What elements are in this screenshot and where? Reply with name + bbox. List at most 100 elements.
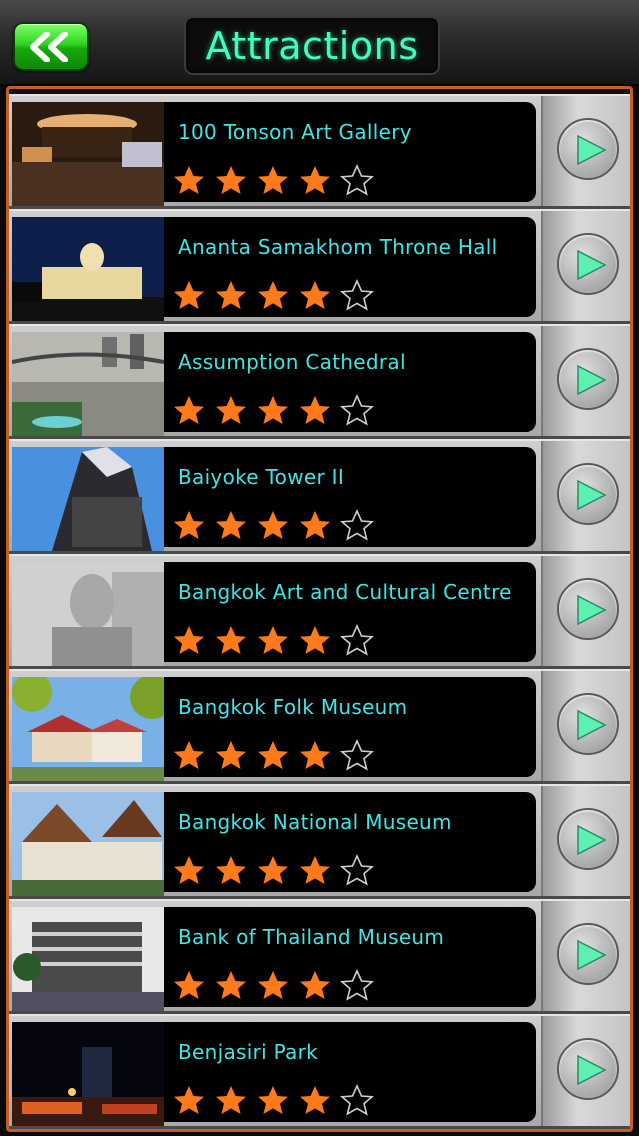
star-filled-icon: [216, 626, 246, 654]
row-action-cell: [541, 441, 630, 551]
star-filled-icon: [174, 281, 204, 309]
star-filled-icon: [300, 626, 330, 654]
play-arrow-icon: [577, 709, 607, 741]
rating-stars: [172, 509, 382, 541]
attraction-thumbnail: [12, 332, 164, 436]
star-filled-icon: [174, 166, 204, 194]
open-attraction-button[interactable]: [557, 808, 619, 870]
rating-stars: [172, 854, 382, 886]
rating-stars: [172, 279, 382, 311]
attraction-name: Bangkok Folk Museum: [178, 695, 408, 719]
star-empty-icon: [340, 854, 374, 886]
row-action-cell: [541, 556, 630, 666]
star-empty-icon: [340, 624, 374, 656]
attraction-info: Bangkok Folk Museum: [164, 677, 536, 777]
attraction-name: Benjasiri Park: [178, 1040, 319, 1064]
back-button[interactable]: [13, 22, 89, 71]
attractions-list: 100 Tonson Art Gallery Ananta Samakhom Th…: [9, 94, 630, 1129]
rating-stars: [172, 164, 382, 196]
star-filled-icon: [300, 741, 330, 769]
attraction-row[interactable]: Bangkok Art and Cultural Centre: [9, 554, 630, 669]
star-filled-icon: [258, 396, 288, 424]
row-action-cell: [541, 211, 630, 321]
open-attraction-button[interactable]: [557, 923, 619, 985]
attraction-thumbnail: [12, 677, 164, 781]
attraction-name: Bank of Thailand Museum: [178, 925, 445, 949]
open-attraction-button[interactable]: [557, 233, 619, 295]
play-arrow-icon: [577, 249, 607, 281]
star-filled-icon: [174, 1086, 204, 1114]
open-attraction-button[interactable]: [557, 578, 619, 640]
top-bar: Attractions: [0, 0, 639, 86]
rating-stars: [172, 739, 382, 771]
star-empty-icon: [340, 164, 374, 196]
row-action-cell: [541, 326, 630, 436]
play-arrow-icon: [577, 364, 607, 396]
attraction-row[interactable]: Baiyoke Tower II: [9, 439, 630, 554]
star-filled-icon: [216, 971, 246, 999]
attraction-row[interactable]: Assumption Cathedral: [9, 324, 630, 439]
row-action-cell: [541, 901, 630, 1011]
page-title-box: Attractions: [184, 16, 440, 75]
play-arrow-icon: [577, 134, 607, 166]
star-filled-icon: [300, 856, 330, 884]
attraction-row[interactable]: 100 Tonson Art Gallery: [9, 94, 630, 209]
attraction-thumbnail: [12, 792, 164, 896]
attraction-row[interactable]: Bangkok Folk Museum: [9, 669, 630, 784]
star-empty-icon: [340, 969, 374, 1001]
star-filled-icon: [216, 1086, 246, 1114]
attraction-row[interactable]: Bank of Thailand Museum: [9, 899, 630, 1014]
row-action-cell: [541, 671, 630, 781]
attraction-name: Ananta Samakhom Throne Hall: [178, 235, 498, 259]
attraction-info: Bangkok Art and Cultural Centre: [164, 562, 536, 662]
star-filled-icon: [300, 281, 330, 309]
star-filled-icon: [174, 396, 204, 424]
play-arrow-icon: [577, 594, 607, 626]
attraction-thumbnail: [12, 217, 164, 321]
attraction-row[interactable]: Bangkok National Museum: [9, 784, 630, 899]
star-filled-icon: [300, 511, 330, 539]
star-empty-icon: [340, 394, 374, 426]
attraction-info: 100 Tonson Art Gallery: [164, 102, 536, 202]
double-chevron-left-icon: [30, 32, 68, 62]
star-filled-icon: [258, 166, 288, 194]
star-empty-icon: [340, 279, 374, 311]
rating-stars: [172, 394, 382, 426]
attraction-row[interactable]: Benjasiri Park: [9, 1014, 630, 1129]
play-arrow-icon: [577, 939, 607, 971]
attraction-row[interactable]: Ananta Samakhom Throne Hall: [9, 209, 630, 324]
open-attraction-button[interactable]: [557, 693, 619, 755]
star-empty-icon: [340, 1084, 374, 1116]
attraction-name: Bangkok National Museum: [178, 810, 452, 834]
attraction-info: Ananta Samakhom Throne Hall: [164, 217, 536, 317]
rating-stars: [172, 1084, 382, 1116]
attraction-name: Assumption Cathedral: [178, 350, 406, 374]
star-filled-icon: [258, 856, 288, 884]
star-filled-icon: [174, 971, 204, 999]
open-attraction-button[interactable]: [557, 463, 619, 525]
row-action-cell: [541, 1016, 630, 1126]
star-filled-icon: [216, 856, 246, 884]
star-filled-icon: [216, 166, 246, 194]
row-action-cell: [541, 96, 630, 206]
attraction-thumbnail: [12, 447, 164, 551]
attraction-info: Baiyoke Tower II: [164, 447, 536, 547]
attraction-name: Bangkok Art and Cultural Centre: [178, 580, 512, 604]
open-attraction-button[interactable]: [557, 118, 619, 180]
star-filled-icon: [300, 1086, 330, 1114]
open-attraction-button[interactable]: [557, 348, 619, 410]
page-title: Attractions: [205, 24, 419, 68]
rating-stars: [172, 624, 382, 656]
attraction-name: 100 Tonson Art Gallery: [178, 120, 412, 144]
rating-stars: [172, 969, 382, 1001]
attraction-thumbnail: [12, 102, 164, 206]
star-filled-icon: [174, 511, 204, 539]
open-attraction-button[interactable]: [557, 1038, 619, 1100]
star-filled-icon: [216, 281, 246, 309]
star-filled-icon: [300, 396, 330, 424]
star-empty-icon: [340, 739, 374, 771]
star-filled-icon: [174, 626, 204, 654]
star-filled-icon: [258, 626, 288, 654]
star-filled-icon: [258, 1086, 288, 1114]
play-arrow-icon: [577, 824, 607, 856]
